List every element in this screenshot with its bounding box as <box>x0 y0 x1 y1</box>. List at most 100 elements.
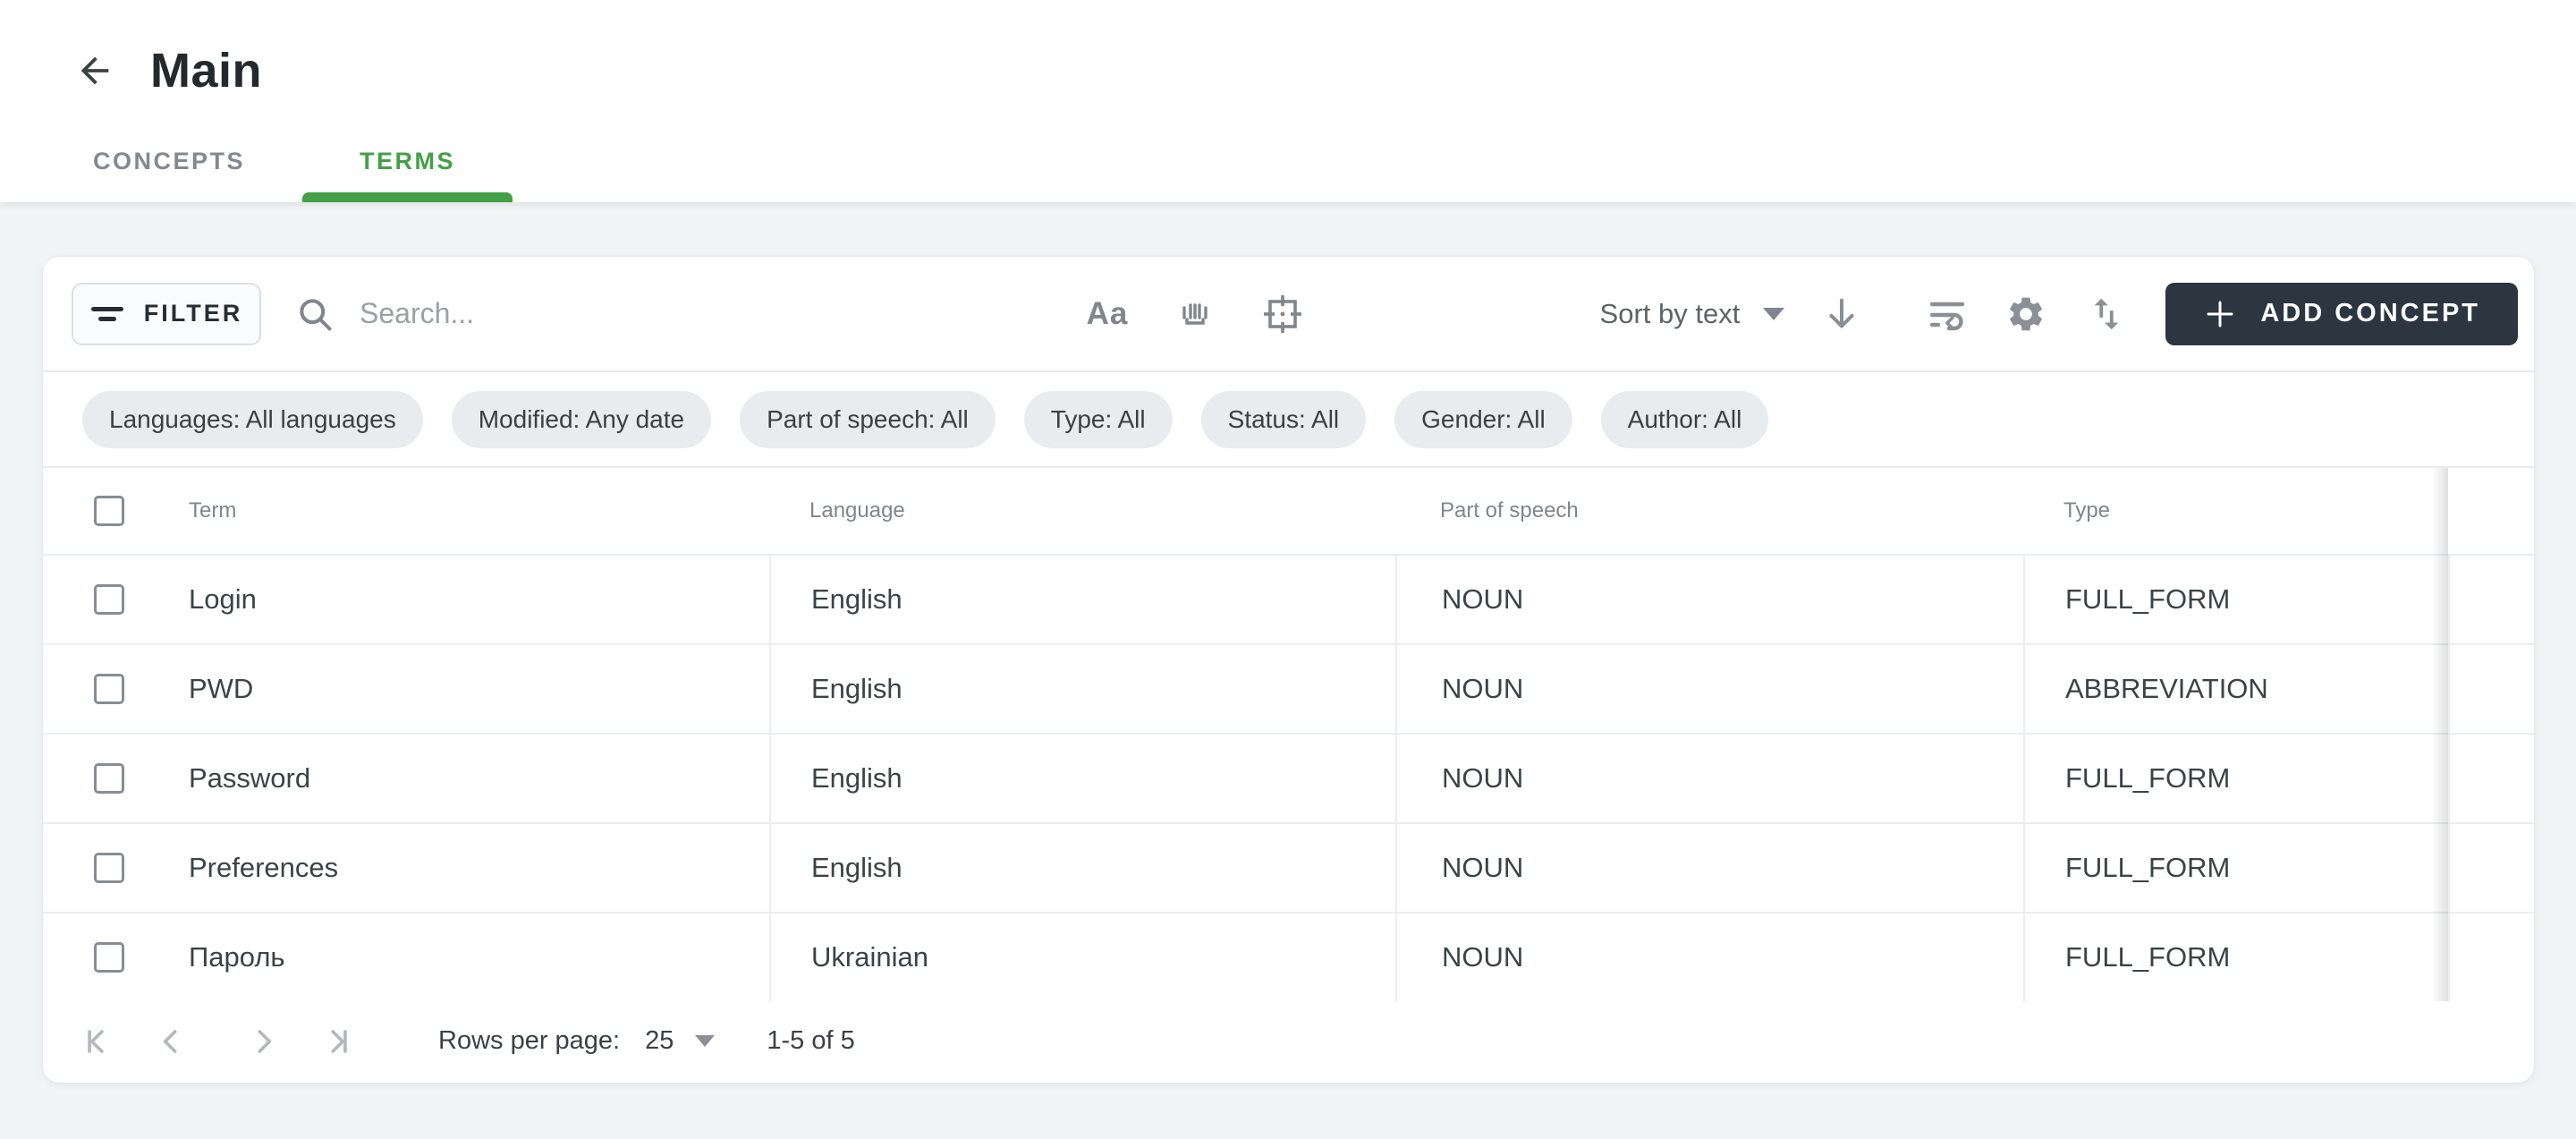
active-tab-indicator <box>302 192 513 202</box>
rows-per-page-select[interactable]: 25 <box>645 1026 674 1056</box>
page-title: Main <box>150 43 262 98</box>
table-row[interactable]: Пароль Ukrainian NOUN FULL_FORM <box>43 912 2534 1001</box>
filter-button-label: FILTER <box>144 300 242 327</box>
whole-word-button[interactable] <box>1170 289 1220 339</box>
tab-terms[interactable]: TERMS <box>302 120 513 202</box>
chip-part-of-speech[interactable]: Part of speech: All <box>740 391 996 448</box>
terms-card: FILTER Aa <box>43 257 2534 1083</box>
tab-concepts[interactable]: CONCEPTS <box>36 120 302 202</box>
cell-type: FULL_FORM <box>2065 583 2230 616</box>
row-checkbox[interactable] <box>94 584 124 615</box>
column-header-term: Term <box>189 498 236 523</box>
select-all-checkbox[interactable] <box>94 496 124 526</box>
selection-frame-icon <box>1261 293 1304 336</box>
cell-language: English <box>811 852 902 884</box>
back-button[interactable] <box>70 46 120 96</box>
table-row[interactable]: Preferences English NOUN FULL_FORM <box>43 822 2534 912</box>
cell-type: FULL_FORM <box>2065 852 2230 884</box>
cell-language: English <box>811 762 902 795</box>
cell-term: Preferences <box>189 852 338 884</box>
app-header: Main CONCEPTS TERMS <box>0 0 2576 202</box>
sticky-cell <box>2448 735 2534 822</box>
arrow-down-icon <box>1821 293 1862 335</box>
previous-page-button[interactable] <box>150 1020 193 1063</box>
sticky-cell <box>2448 824 2534 912</box>
cell-language: English <box>811 673 902 705</box>
row-checkbox[interactable] <box>94 853 124 883</box>
cell-part-of-speech: NOUN <box>1442 583 1523 616</box>
cell-type: ABBREVIATION <box>2065 673 2268 705</box>
table-row[interactable]: Password English NOUN FULL_FORM <box>43 733 2534 822</box>
chip-languages[interactable]: Languages: All languages <box>82 391 423 448</box>
cell-part-of-speech: NOUN <box>1442 852 1523 884</box>
next-page-button[interactable] <box>242 1020 284 1063</box>
cell-term: Login <box>189 583 257 616</box>
cell-term: Пароль <box>189 941 285 973</box>
cell-part-of-speech: NOUN <box>1442 762 1523 795</box>
cell-part-of-speech: NOUN <box>1442 941 1523 973</box>
tab-concepts-label: CONCEPTS <box>93 148 245 175</box>
cell-term: PWD <box>189 673 253 705</box>
chevron-right-icon <box>243 1022 283 1061</box>
settings-button[interactable] <box>2003 291 2049 337</box>
table-row[interactable]: Login English NOUN FULL_FORM <box>43 554 2534 643</box>
sort-direction-button[interactable] <box>1818 291 1865 337</box>
gear-icon <box>2005 293 2046 335</box>
first-page-icon <box>80 1022 120 1061</box>
cell-language: English <box>811 583 902 616</box>
filter-button[interactable]: FILTER <box>72 283 261 345</box>
search-input[interactable] <box>360 297 914 330</box>
search-box <box>295 294 948 334</box>
import-export-button[interactable] <box>2083 291 2130 337</box>
wrap-text-icon <box>1926 293 1969 336</box>
cell-part-of-speech: NOUN <box>1442 673 1523 705</box>
chip-type[interactable]: Type: All <box>1024 391 1173 448</box>
whole-word-icon <box>1174 293 1216 335</box>
add-concept-button[interactable]: ADD CONCEPT <box>2165 283 2518 345</box>
sort-by-select[interactable]: Sort by text <box>1600 298 1741 330</box>
row-checkbox[interactable] <box>94 942 124 973</box>
table-header-row: Term Language Part of speech Type <box>43 468 2534 554</box>
column-header-part-of-speech: Part of speech <box>1440 498 1579 523</box>
terms-table: Term Language Part of speech Type Login … <box>43 468 2534 1001</box>
chip-status[interactable]: Status: All <box>1201 391 1367 448</box>
chip-modified[interactable]: Modified: Any date <box>452 391 711 448</box>
column-header-language: Language <box>809 498 905 523</box>
wrap-text-button[interactable] <box>1924 291 1970 337</box>
sticky-column-header <box>2448 468 2534 554</box>
cell-language: Ukrainian <box>811 941 928 973</box>
filter-icon <box>90 300 124 328</box>
exact-match-button[interactable] <box>1258 289 1308 339</box>
sort-caret-icon[interactable] <box>1763 308 1784 320</box>
toolbar-right-group: Sort by text <box>1600 283 2518 345</box>
column-header-type: Type <box>2063 498 2110 523</box>
chip-gender[interactable]: Gender: All <box>1394 391 1572 448</box>
match-case-icon: Aa <box>1087 296 1129 332</box>
page-range-label: 1-5 of 5 <box>767 1026 854 1056</box>
row-checkbox[interactable] <box>94 674 124 704</box>
cell-term: Password <box>189 762 310 795</box>
add-concept-label: ADD CONCEPT <box>2260 299 2480 328</box>
arrow-left-icon <box>74 50 115 91</box>
last-page-button[interactable] <box>313 1020 356 1063</box>
tab-bar: CONCEPTS TERMS <box>36 120 513 202</box>
row-checkbox[interactable] <box>94 763 124 794</box>
toolbar: FILTER Aa <box>43 257 2534 372</box>
cell-type: FULL_FORM <box>2065 941 2230 973</box>
table-row[interactable]: PWD English NOUN ABBREVIATION <box>43 643 2534 733</box>
import-export-icon <box>2086 293 2127 335</box>
plus-icon <box>2203 297 2237 331</box>
rows-per-page-label: Rows per page: <box>438 1026 620 1056</box>
last-page-icon <box>315 1022 354 1061</box>
cell-type: FULL_FORM <box>2065 762 2230 795</box>
pagination-footer: Rows per page: 25 1-5 of 5 <box>43 1001 2534 1081</box>
match-case-button[interactable]: Aa <box>1082 289 1132 339</box>
sticky-cell <box>2448 914 2534 1001</box>
chip-author[interactable]: Author: All <box>1601 391 1769 448</box>
chevron-left-icon <box>152 1022 191 1061</box>
tab-terms-label: TERMS <box>360 148 455 175</box>
rows-per-page-caret-icon[interactable] <box>695 1035 715 1047</box>
first-page-button[interactable] <box>79 1020 122 1063</box>
sticky-cell <box>2448 556 2534 643</box>
filter-chips-row: Languages: All languages Modified: Any d… <box>43 372 2534 468</box>
